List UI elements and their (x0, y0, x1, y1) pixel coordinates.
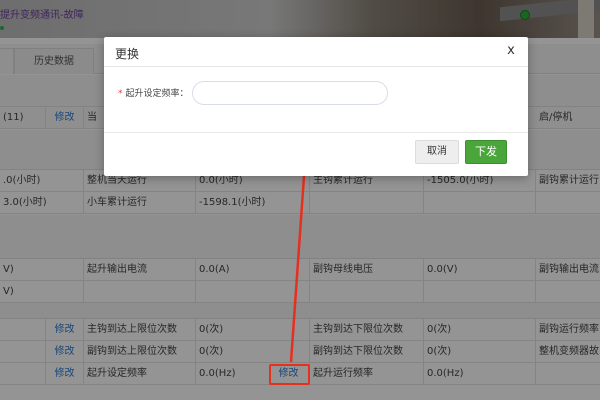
frequency-input[interactable] (192, 81, 388, 105)
required-marker: * (118, 89, 123, 99)
replace-dialog: 更换 x * 起升设定频率： 取消 下发 (104, 37, 528, 176)
annotation-highlight-box (269, 364, 310, 385)
cancel-button[interactable]: 取消 (415, 140, 459, 164)
field-label-group: * 起升设定频率： (118, 86, 189, 99)
frequency-field-label: 起升设定频率： (125, 89, 189, 99)
close-icon[interactable]: x (502, 42, 520, 60)
form-row: * 起升设定频率： (104, 81, 528, 105)
dialog-title: 更换 (115, 47, 140, 61)
dialog-footer: 取消 下发 (104, 132, 528, 176)
send-button[interactable]: 下发 (465, 140, 507, 164)
dialog-header: 更换 x (104, 37, 528, 67)
